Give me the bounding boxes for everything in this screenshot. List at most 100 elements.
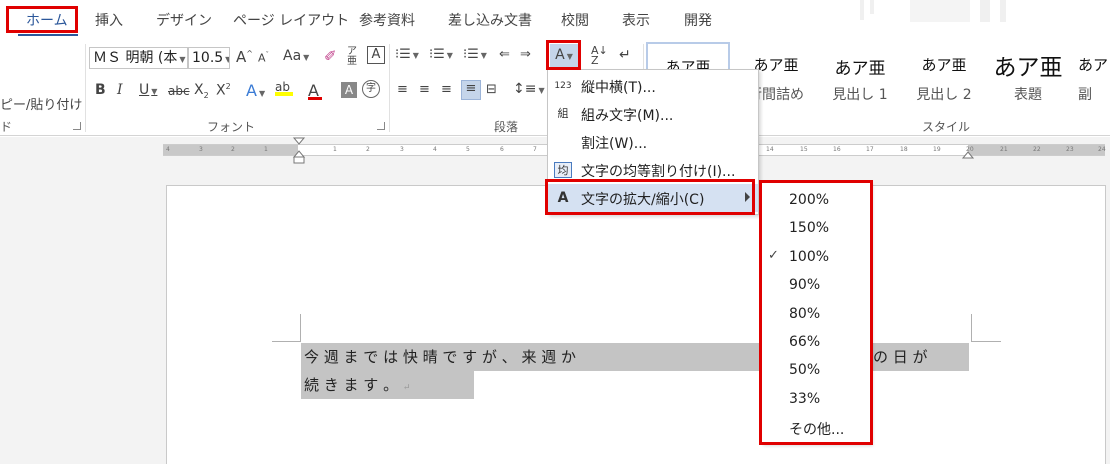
- selected-text-line-1-end[interactable]: の 日 が: [871, 343, 969, 371]
- style-sample: あア亜: [993, 55, 1063, 81]
- align-right-icon[interactable]: ≡: [441, 82, 452, 97]
- crop-mark: [300, 314, 301, 342]
- indent-marker-icon[interactable]: [292, 137, 306, 165]
- scaling-option[interactable]: 33%: [762, 385, 870, 413]
- document-page[interactable]: 今 週 ま で は 快 晴 で す が 、 来 週 か の 日 が 続 き ま …: [166, 185, 1106, 464]
- menu-item-label: 割注(W)...: [581, 136, 648, 152]
- numbering-icon[interactable]: ⁝☰ ▼: [429, 47, 453, 62]
- ruler-tick-label: 3: [199, 146, 203, 153]
- bold-button[interactable]: B: [95, 82, 106, 98]
- line-spacing-icon[interactable]: ↕≡ ▼: [513, 81, 545, 97]
- highlight-color-icon[interactable]: ab: [275, 80, 293, 96]
- clear-formatting-icon[interactable]: ✐: [324, 47, 337, 65]
- menu-item-warichu[interactable]: 割注(W)...: [548, 128, 758, 156]
- character-border-icon[interactable]: A: [367, 46, 385, 64]
- tab-view[interactable]: 表示: [622, 10, 650, 30]
- style-subtitle[interactable]: あア 副: [1078, 42, 1110, 110]
- menu-item-character-scaling[interactable]: A 文字の拡大/縮小(C): [548, 184, 758, 212]
- text-effects-icon[interactable]: A ▼: [246, 81, 265, 100]
- phonetic-guide-icon[interactable]: ア亜: [347, 47, 357, 67]
- increase-indent-icon[interactable]: ⇒: [520, 47, 531, 62]
- character-shading-icon[interactable]: A: [341, 82, 357, 98]
- change-case-button[interactable]: Aa ▼: [283, 48, 309, 64]
- chevron-down-icon: ▼: [566, 52, 573, 61]
- enclose-characters-icon[interactable]: 字: [362, 80, 380, 98]
- scaling-option[interactable]: 80%: [762, 300, 870, 328]
- tab-insert[interactable]: 挿入: [95, 10, 123, 30]
- font-size-combo[interactable]: 10.5▼: [188, 47, 230, 69]
- ruler-tick-label: 4: [166, 146, 170, 153]
- font-size-value: 10.5: [192, 50, 224, 66]
- align-center-icon[interactable]: ≡: [419, 82, 430, 97]
- subscript-button[interactable]: X2: [194, 82, 209, 100]
- menu-item-distribute-text[interactable]: 均 文字の均等割り付け(I)...: [548, 156, 758, 184]
- scaling-option[interactable]: 90%: [762, 271, 870, 299]
- right-indent-marker-icon[interactable]: [962, 149, 974, 159]
- chevron-down-icon: ▼: [151, 87, 158, 96]
- ruler-tick-label: 1: [264, 146, 268, 153]
- shrink-font-icon[interactable]: Aˇ: [258, 51, 269, 65]
- ruler-tick-label: 5: [466, 146, 470, 153]
- distributed-icon[interactable]: ⊟: [486, 82, 497, 97]
- ruler-tick-label: 2: [231, 146, 235, 153]
- align-left-icon[interactable]: ≡: [397, 82, 408, 97]
- paragraph-group-label: 段落: [494, 120, 519, 134]
- style-heading-2[interactable]: あア亜 見出し 2: [902, 42, 986, 110]
- scaling-option[interactable]: 50%: [762, 356, 870, 384]
- tab-page-layout[interactable]: ページ レイアウト: [233, 10, 349, 30]
- font-color-icon[interactable]: A: [308, 81, 322, 100]
- checkmark-icon: ✓: [768, 247, 779, 263]
- chevron-down-icon: ▼: [412, 51, 419, 60]
- font-group-label: フォント: [207, 120, 256, 134]
- menu-item-combine-characters[interactable]: 組 組み文字(M)...: [548, 100, 758, 128]
- scaling-option-label: 90%: [789, 277, 821, 294]
- font-color-swatch: [308, 97, 322, 100]
- strikethrough-button[interactable]: abc: [168, 84, 190, 98]
- ruler-tick-label: 4: [433, 146, 437, 153]
- chevron-down-icon: ▼: [446, 51, 453, 60]
- show-formatting-marks-icon[interactable]: ↵: [619, 47, 631, 63]
- underline-button[interactable]: U ▼: [139, 82, 157, 98]
- tab-home[interactable]: ホーム: [26, 10, 68, 30]
- font-launcher-icon[interactable]: [377, 122, 385, 130]
- grow-font-icon[interactable]: A^: [236, 48, 253, 66]
- style-title[interactable]: あア亜 表題: [986, 42, 1070, 110]
- chevron-down-icon: ▼: [303, 53, 310, 62]
- character-scaling-button[interactable]: A ▼: [550, 44, 578, 68]
- ruler-tick-label: 1: [333, 146, 337, 153]
- menu-item-tate-chu-yoko[interactable]: 123 縦中横(T)...: [548, 72, 758, 100]
- chevron-down-icon: ▼: [179, 55, 186, 64]
- scaling-option-label: 150%: [789, 220, 830, 237]
- decrease-indent-icon[interactable]: ⇐: [499, 47, 510, 62]
- sort-icon[interactable]: A↓ Z: [591, 45, 608, 66]
- character-scaling-icon: A: [557, 190, 569, 206]
- scaling-option[interactable]: 66%: [762, 328, 870, 356]
- scaling-submenu: 200% 150% ✓ 100% 90% 80% 66% 50% 33% その他...: [761, 182, 871, 444]
- character-scaling-dropdown: 123 縦中横(T)... 組 組み文字(M)... 割注(W)... 均 文字…: [547, 69, 759, 215]
- scaling-option[interactable]: 200%: [762, 186, 870, 214]
- clipboard-group-label: ド: [0, 120, 13, 134]
- font-name-combo[interactable]: ＭＳ 明朝 (本 ▼: [89, 47, 188, 69]
- clipboard-launcher-icon[interactable]: [73, 122, 81, 130]
- superscript-button[interactable]: X2: [216, 82, 231, 99]
- style-heading-1[interactable]: あア亜 見出し 1: [818, 42, 902, 110]
- ruler-tick-label: 23: [1066, 146, 1074, 153]
- paste-label[interactable]: ピー/貼り付け: [0, 94, 82, 113]
- italic-button[interactable]: I: [117, 82, 123, 98]
- scaling-option[interactable]: その他...: [762, 413, 870, 441]
- tab-design[interactable]: デザイン: [156, 10, 212, 30]
- selected-text-line-2[interactable]: 続 き ま す 。 ↵: [301, 371, 474, 399]
- style-sample: あア亜: [921, 56, 967, 74]
- tab-mailings[interactable]: 差し込み文書: [448, 10, 532, 30]
- crop-mark: [971, 341, 1001, 342]
- scaling-option[interactable]: ✓ 100%: [762, 243, 870, 271]
- ruler-tick-label: 15: [800, 146, 808, 153]
- tab-developer[interactable]: 開発: [684, 10, 712, 30]
- justify-icon[interactable]: ≡: [461, 80, 481, 100]
- menu-item-label: 縦中横(T)...: [581, 80, 656, 96]
- tab-references[interactable]: 参考資料: [359, 10, 415, 30]
- bullets-icon[interactable]: ⁝☰ ▼: [395, 47, 419, 62]
- tab-review[interactable]: 校閲: [561, 10, 589, 30]
- multilevel-list-icon[interactable]: ⁝☰ ▼: [463, 47, 487, 62]
- scaling-option[interactable]: 150%: [762, 214, 870, 242]
